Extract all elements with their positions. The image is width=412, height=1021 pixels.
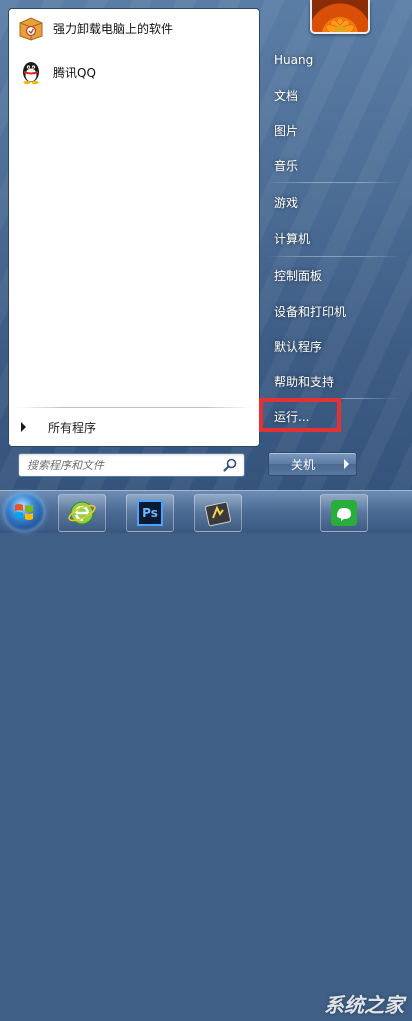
program-label: 腾讯QQ [53, 65, 96, 80]
shutdown-options-button[interactable] [337, 452, 357, 476]
right-item-label: 控制面板 [274, 268, 323, 283]
right-item-label: 设备和打印机 [274, 304, 347, 319]
fireworks-icon [205, 501, 231, 527]
right-item-label: 帮助和支持 [274, 374, 335, 389]
all-programs-label: 所有程序 [48, 420, 97, 435]
shutdown-button[interactable]: 关机 [268, 452, 338, 476]
taskbar-wechat-button[interactable] [320, 494, 368, 532]
windows-logo-icon [15, 504, 33, 520]
start-menu-programs-pane: 强力卸载电脑上的软件 腾讯QQ 所有程序 [8, 8, 260, 447]
program-item-qq[interactable]: 腾讯QQ [11, 55, 257, 89]
watermark-text: 系统之家 [324, 992, 404, 1017]
right-item-control-panel[interactable]: 控制面板 [265, 263, 401, 287]
right-item-label: 默认程序 [274, 339, 323, 354]
right-item-label: 计算机 [274, 231, 311, 246]
right-item-help-support[interactable]: 帮助和支持 [265, 369, 401, 393]
right-item-label: 图片 [274, 123, 299, 138]
run-highlight-box [259, 398, 341, 432]
internet-explorer-icon [68, 501, 96, 525]
wechat-icon [331, 500, 357, 526]
right-item-games[interactable]: 游戏 [265, 190, 401, 214]
all-programs-button[interactable]: 所有程序 [11, 415, 257, 439]
taskbar-fireworks-button[interactable] [194, 494, 242, 532]
search-box[interactable] [18, 453, 245, 477]
user-avatar[interactable] [310, 0, 370, 34]
right-item-documents[interactable]: 文档 [265, 83, 401, 107]
right-item-label: 文档 [274, 88, 299, 103]
right-item-music[interactable]: 音乐 [265, 153, 401, 177]
search-input[interactable] [25, 456, 219, 474]
programs-separator [15, 407, 253, 408]
taskbar-ie-button[interactable] [58, 494, 106, 532]
right-item-label: 音乐 [274, 158, 299, 173]
uninstaller-box-icon [17, 14, 45, 42]
arrow-right-icon [21, 422, 26, 432]
right-item-default-programs[interactable]: 默认程序 [265, 334, 401, 358]
program-item-uninstaller[interactable]: 强力卸载电脑上的软件 [11, 11, 257, 45]
right-item-user-folder[interactable]: Huang [265, 48, 401, 72]
taskbar-photoshop-button[interactable]: Ps [126, 494, 174, 532]
right-item-pictures[interactable]: 图片 [265, 118, 401, 142]
start-button[interactable] [4, 493, 44, 531]
search-icon[interactable] [222, 457, 238, 473]
qq-penguin-icon [17, 58, 45, 86]
right-separator [266, 256, 400, 257]
program-label: 强力卸载电脑上的软件 [53, 21, 174, 36]
photoshop-label: Ps [142, 506, 158, 520]
right-item-devices-printers[interactable]: 设备和打印机 [265, 299, 401, 323]
right-separator [266, 182, 400, 183]
right-item-label: 游戏 [274, 195, 299, 210]
right-item-label: Huang [274, 53, 314, 67]
photoshop-icon: Ps [137, 500, 163, 526]
flower-picture-icon [325, 17, 355, 32]
right-item-computer[interactable]: 计算机 [265, 226, 401, 250]
shutdown-label: 关机 [290, 457, 315, 472]
taskbar: Ps 系统之家 [0, 490, 412, 1017]
